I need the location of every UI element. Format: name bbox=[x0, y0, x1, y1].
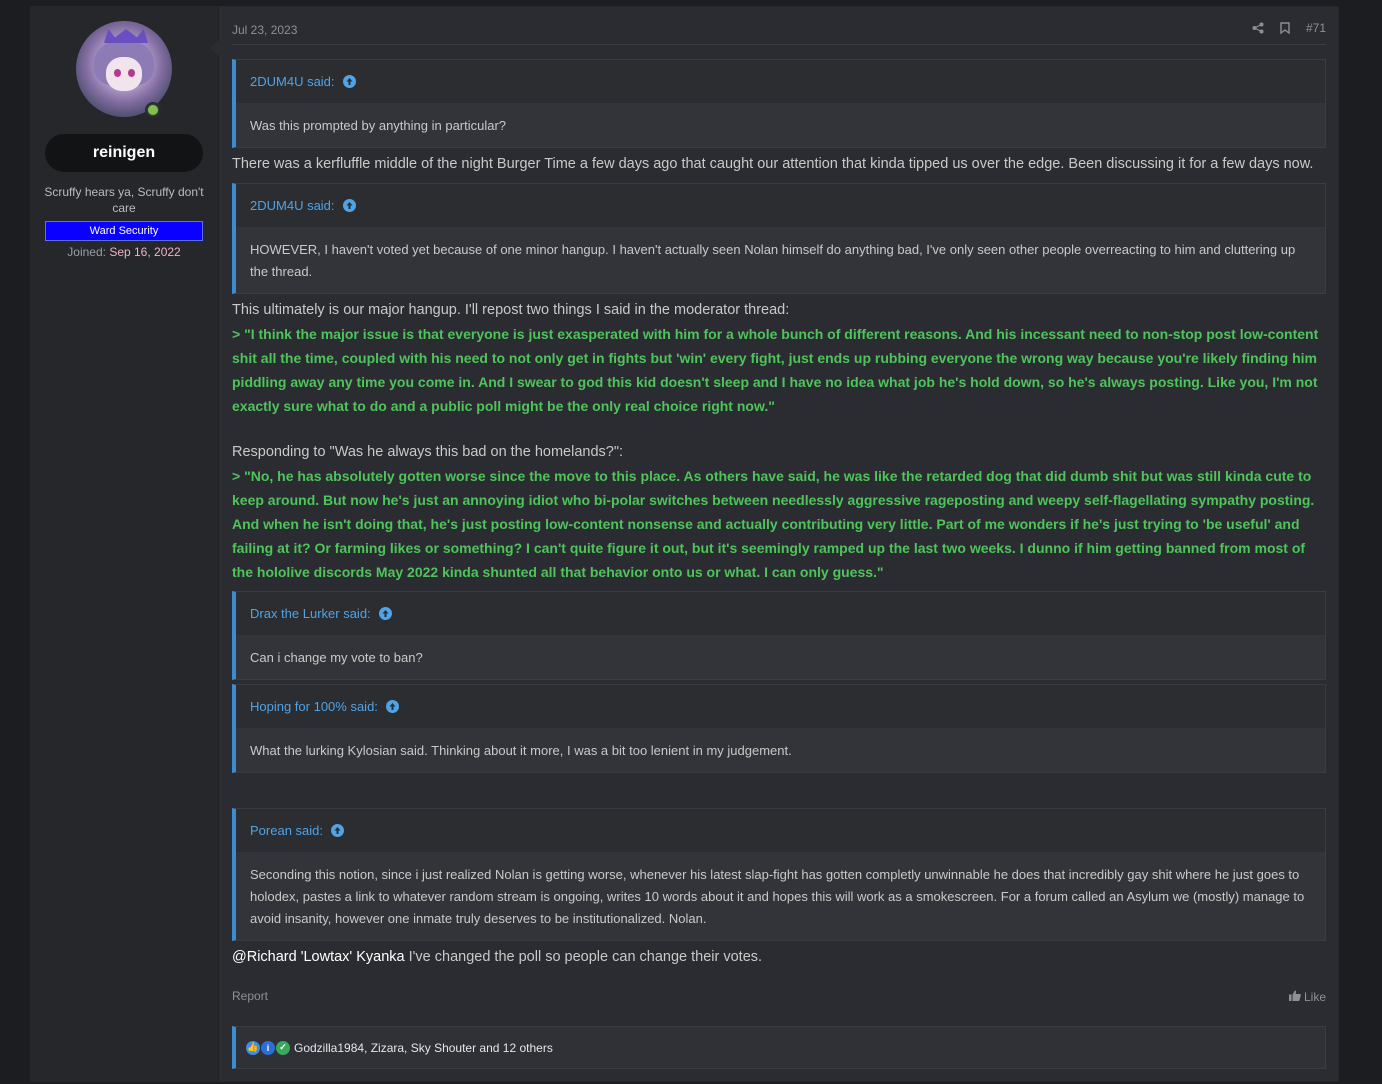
quote-body: Can i change my vote to ban? bbox=[236, 635, 1325, 679]
quote-body: What the lurking Kylosian said. Thinking… bbox=[236, 728, 1325, 772]
reaction-users[interactable]: Godzilla1984, Zizara, Sky Shouter and 12… bbox=[294, 1041, 553, 1055]
post-number[interactable]: #71 bbox=[1306, 21, 1326, 35]
green-quote-text: > "I think the major issue is that every… bbox=[232, 326, 1319, 414]
post-date[interactable]: Jul 23, 2023 bbox=[232, 23, 297, 37]
joined-label: Joined: bbox=[67, 245, 106, 259]
online-status-icon bbox=[145, 102, 161, 118]
quote-body: Seconding this notion, since i just real… bbox=[236, 852, 1325, 940]
jump-to-quote-icon[interactable] bbox=[385, 700, 399, 713]
jump-to-quote-icon[interactable] bbox=[331, 824, 344, 837]
user-banner: Ward Security bbox=[45, 221, 203, 241]
quote-block: 2DUM4U said: Was this prompted by anythi… bbox=[232, 59, 1326, 148]
post-paragraph: @Richard 'Lowtax' Kyanka I've changed th… bbox=[232, 945, 1326, 969]
quote-body: Was this prompted by anything in particu… bbox=[236, 103, 1325, 147]
message-arrow bbox=[210, 39, 220, 57]
jump-to-quote-icon[interactable] bbox=[342, 75, 356, 88]
post-meta: Jul 23, 2023 #71 bbox=[232, 7, 1326, 45]
jump-to-quote-icon[interactable] bbox=[342, 199, 356, 212]
like-reaction-icon: 👍 bbox=[246, 1040, 260, 1055]
quote-body: HOWEVER, I haven't voted yet because of … bbox=[236, 227, 1325, 293]
post-paragraph: There was a kerfluffle middle of the nig… bbox=[232, 156, 1314, 172]
user-title: Scruffy hears ya, Scruffy don't care bbox=[44, 185, 204, 215]
joined-info: Joined: Sep 16, 2022 bbox=[31, 245, 217, 259]
post-paragraph: This ultimately is our major hangup. I'l… bbox=[232, 302, 790, 318]
share-icon[interactable] bbox=[1252, 22, 1264, 34]
agree-reaction-icon: ✓ bbox=[276, 1040, 290, 1055]
quote-author[interactable]: Porean said: bbox=[250, 823, 323, 838]
user-mention[interactable]: @Richard 'Lowtax' Kyanka bbox=[232, 949, 405, 965]
quote-block: Porean said: Seconding this notion, sinc… bbox=[232, 808, 1326, 941]
like-label: Like bbox=[1303, 990, 1326, 1004]
quote-author[interactable]: Drax the Lurker said: bbox=[250, 606, 371, 621]
bookmark-icon[interactable] bbox=[1280, 22, 1290, 34]
post-content: Jul 23, 2023 #71 2DUM4U said: Was this p… bbox=[232, 7, 1326, 1081]
green-quote-text: > "No, he has absolutely gotten worse si… bbox=[232, 468, 1315, 580]
final-text: I've changed the poll so people can chan… bbox=[404, 949, 763, 965]
user-info-panel: reinigen Scruffy hears ya, Scruffy don't… bbox=[31, 7, 219, 1081]
jump-to-quote-icon[interactable] bbox=[378, 607, 392, 620]
quote-author[interactable]: 2DUM4U said: bbox=[250, 74, 335, 89]
quote-author[interactable]: Hoping for 100% said: bbox=[250, 699, 378, 714]
reactions-bar[interactable]: 👍 i ✓ Godzilla1984, Zizara, Sky Shouter … bbox=[232, 1026, 1326, 1069]
quote-author[interactable]: 2DUM4U said: bbox=[250, 198, 335, 213]
thumbs-up-icon bbox=[1288, 990, 1301, 1004]
post-paragraph: Responding to "Was he always this bad on… bbox=[232, 444, 624, 460]
info-reaction-icon: i bbox=[261, 1040, 275, 1055]
username[interactable]: reinigen bbox=[45, 134, 203, 172]
like-button[interactable]: Like bbox=[1288, 990, 1326, 1004]
joined-date: Sep 16, 2022 bbox=[109, 245, 181, 259]
quote-block: Drax the Lurker said: Can i change my vo… bbox=[232, 591, 1326, 680]
report-link[interactable]: Report bbox=[232, 989, 268, 1003]
quote-block: Hoping for 100% said: What the lurking K… bbox=[232, 684, 1326, 773]
forum-post: reinigen Scruffy hears ya, Scruffy don't… bbox=[30, 6, 1339, 1082]
quote-block: 2DUM4U said: HOWEVER, I haven't voted ye… bbox=[232, 183, 1326, 294]
